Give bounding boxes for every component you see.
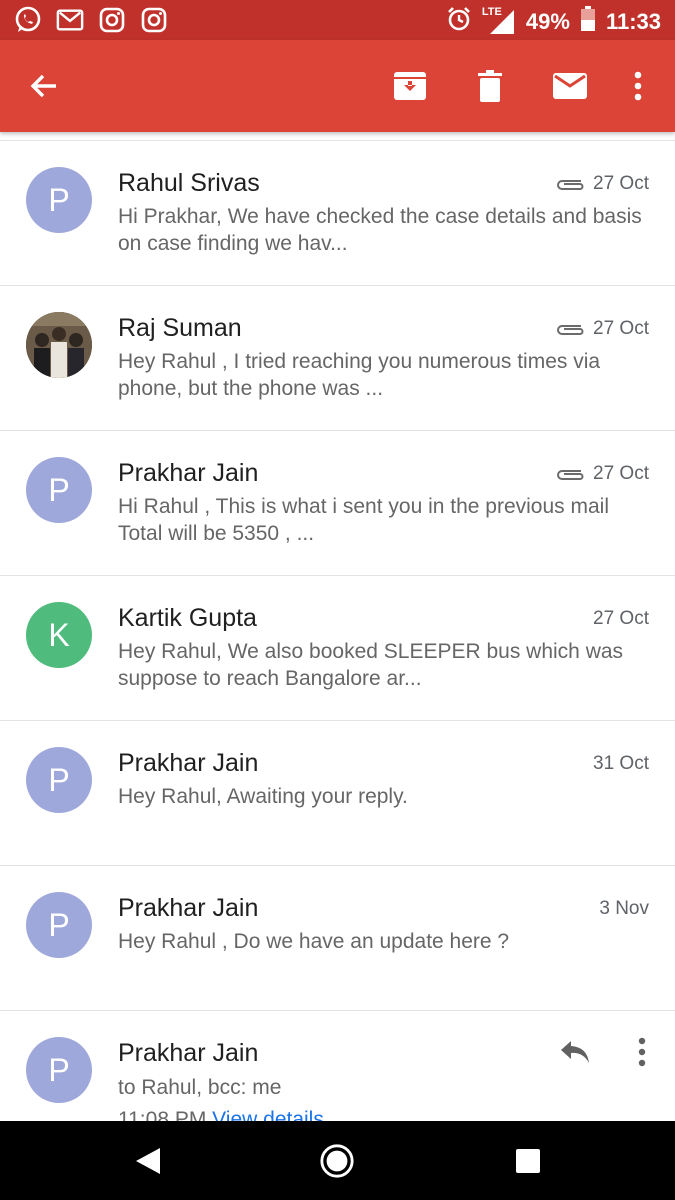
date-text: 27 Oct <box>593 318 649 339</box>
message-snippet: Hey Rahul, Awaiting your reply. <box>118 785 408 808</box>
whatsapp-icon <box>14 6 42 34</box>
app-toolbar <box>0 40 675 132</box>
clock: 11:33 <box>605 9 661 34</box>
more-vert-icon[interactable] <box>616 64 660 108</box>
sender-name: Prakhar Jain <box>118 894 259 922</box>
message-date: 3 Nov <box>599 898 649 920</box>
message-thread-list: P Rahul Srivas 27 Oct Hi Prakhar, We hav… <box>0 140 675 1131</box>
message-date: 27 Oct <box>555 173 649 195</box>
sender-name: Prakhar Jain <box>118 749 259 777</box>
message-snippet: Hi Rahul , This is what i sent you in th… <box>118 495 609 545</box>
back-arrow-icon[interactable] <box>22 64 66 108</box>
list-item[interactable]: P Prakhar Jain 3 Nov Hey Rahul , Do we h… <box>0 866 675 1011</box>
battery-percentage: 49% <box>525 9 570 34</box>
recipients: to Rahul, bcc: me <box>118 1076 282 1099</box>
notification-icons <box>14 6 168 34</box>
mark-unread-icon[interactable] <box>548 64 592 108</box>
recents-square-icon[interactable] <box>510 1143 546 1179</box>
message-snippet: Hey Rahul , Do we have an update here ? <box>118 930 510 953</box>
date-text: 31 Oct <box>593 753 649 774</box>
reply-icon[interactable] <box>559 1039 591 1070</box>
list-item[interactable]: Raj Suman 27 Oct Hey Rahul , I tried rea… <box>0 286 675 431</box>
avatar: K <box>26 602 92 668</box>
avatar: P <box>26 892 92 958</box>
instagram-icon <box>140 6 168 34</box>
message-date: 27 Oct <box>593 608 649 630</box>
attachment-icon <box>557 180 584 190</box>
message-date: 27 Oct <box>555 318 649 340</box>
avatar: P <box>26 457 92 523</box>
avatar <box>26 312 92 378</box>
list-item[interactable]: P Prakhar Jain 27 Oct Hi Rahul , This is… <box>0 431 675 576</box>
message-snippet: Hey Rahul, We also booked SLEEPER bus wh… <box>118 640 624 690</box>
system-status: LTE 49% 11:33 <box>446 6 661 38</box>
message-date: 31 Oct <box>593 753 649 775</box>
date-text: 3 Nov <box>599 898 649 919</box>
avatar: P <box>26 747 92 813</box>
gmail-icon <box>56 6 84 34</box>
home-circle-icon[interactable] <box>319 1143 355 1179</box>
date-text: 27 Oct <box>593 608 649 629</box>
sender-name: Kartik Gupta <box>118 604 257 632</box>
instagram-icon <box>98 6 126 34</box>
message-snippet: Hi Prakhar, We have checked the case det… <box>118 205 642 255</box>
sender-name: Rahul Srivas <box>118 169 260 197</box>
network-type: LTE <box>481 6 502 18</box>
alarm-icon <box>446 6 472 38</box>
delete-icon[interactable] <box>468 64 512 108</box>
message-snippet: Hey Rahul , I tried reaching you numerou… <box>118 350 601 400</box>
signal-icon: LTE <box>481 6 516 36</box>
list-item[interactable]: P Rahul Srivas 27 Oct Hi Prakhar, We hav… <box>0 141 675 286</box>
list-item[interactable]: K Kartik Gupta 27 Oct Hey Rahul, We also… <box>0 576 675 721</box>
sender-name: Raj Suman <box>118 314 242 342</box>
sender-name: Prakhar Jain <box>118 1039 259 1067</box>
avatar[interactable]: P <box>26 1037 92 1103</box>
date-text: 27 Oct <box>593 463 649 484</box>
date-text: 27 Oct <box>593 173 649 194</box>
battery-icon <box>580 6 596 38</box>
message-date: 27 Oct <box>555 463 649 485</box>
archive-icon[interactable] <box>388 64 432 108</box>
list-item[interactable]: P Prakhar Jain 31 Oct Hey Rahul, Awaitin… <box>0 721 675 866</box>
open-message-header: P Prakhar Jain to Rahul, bcc: me 11:08 P… <box>0 1011 675 1131</box>
sender-name: Prakhar Jain <box>118 459 259 487</box>
system-nav-bar <box>0 1121 675 1200</box>
avatar: P <box>26 167 92 233</box>
attachment-icon <box>557 325 584 335</box>
more-vert-icon[interactable] <box>637 1037 647 1072</box>
back-triangle-icon[interactable] <box>130 1143 166 1179</box>
status-bar: LTE 49% 11:33 <box>0 0 675 40</box>
attachment-icon <box>557 470 584 480</box>
